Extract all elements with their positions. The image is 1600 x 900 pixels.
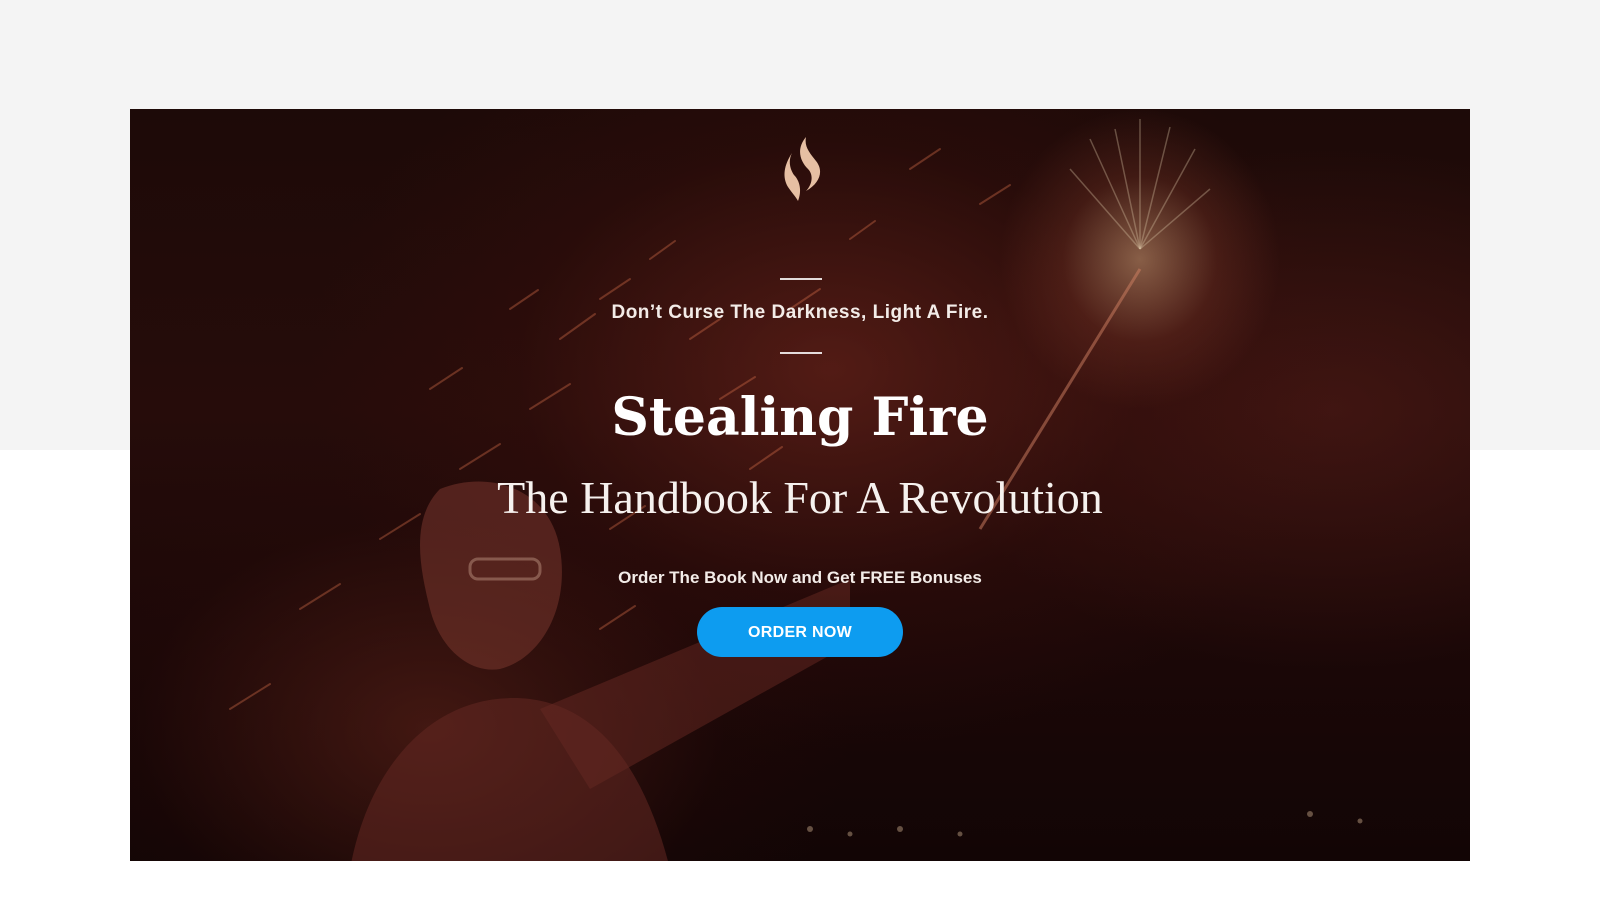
- hero-banner: Don’t Curse The Darkness, Light A Fire. …: [130, 109, 1470, 861]
- tagline: Don’t Curse The Darkness, Light A Fire.: [611, 302, 989, 323]
- offer-text: Order The Book Now and Get FREE Bonuses: [618, 568, 982, 587]
- flame-logo-icon: [784, 137, 821, 201]
- divider-top: [780, 278, 822, 280]
- page-title: Stealing Fire: [611, 387, 989, 448]
- landing-page: Don’t Curse The Darkness, Light A Fire. …: [0, 0, 1600, 900]
- order-now-button[interactable]: ORDER NOW: [697, 607, 903, 657]
- page-subtitle: The Handbook For A Revolution: [497, 472, 1103, 523]
- hero-content: Don’t Curse The Darkness, Light A Fire. …: [130, 109, 1470, 861]
- divider-bottom: [780, 352, 822, 354]
